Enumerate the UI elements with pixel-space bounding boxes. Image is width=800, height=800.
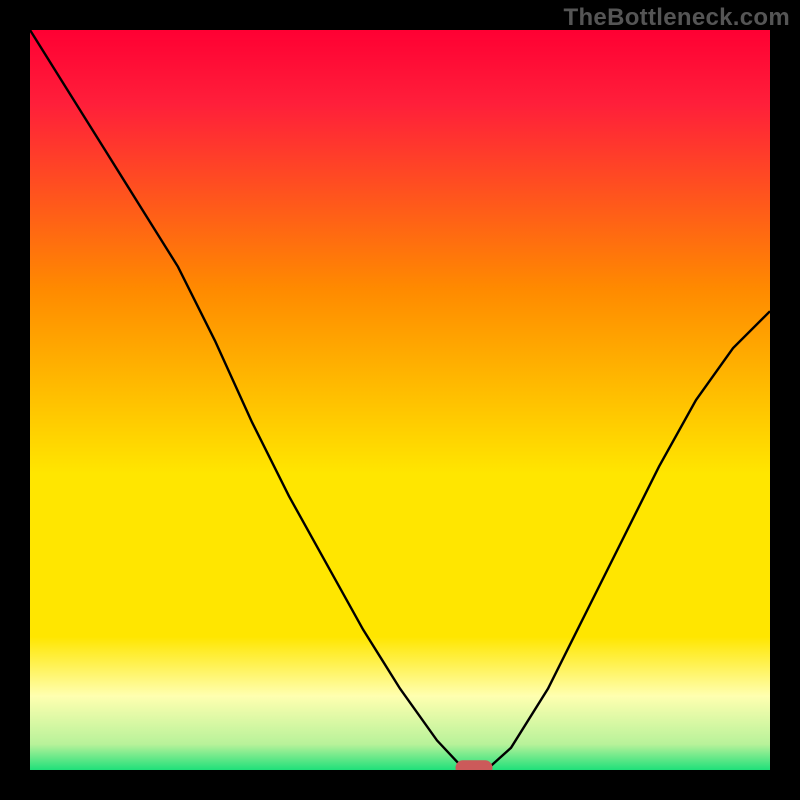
- optimal-marker: [456, 761, 492, 770]
- gradient-background: [30, 30, 770, 770]
- chart-frame: TheBottleneck.com: [0, 0, 800, 800]
- watermark-text: TheBottleneck.com: [564, 4, 790, 32]
- plot-area: [30, 30, 770, 770]
- chart-svg: [30, 30, 770, 770]
